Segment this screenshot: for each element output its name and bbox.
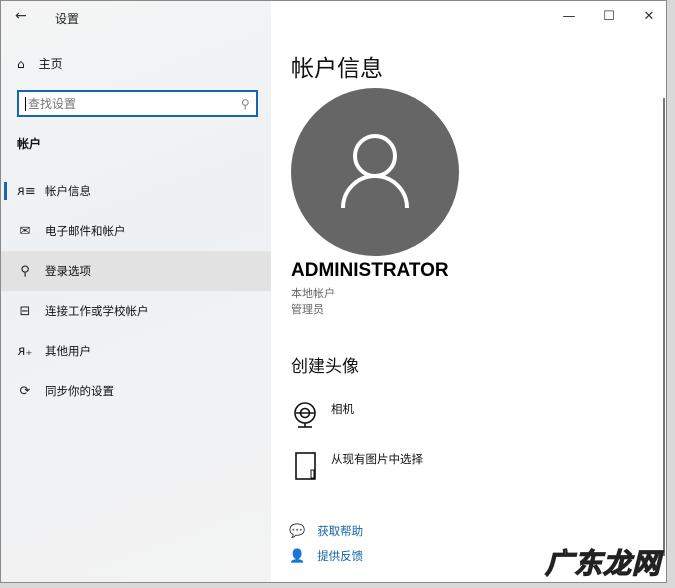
mail-icon: ✉ [19, 223, 31, 239]
account-role: 管理员 [291, 303, 324, 316]
sidebar-item-label: 登录选项 [45, 264, 91, 278]
sidebar-item-label: 电子邮件和帐户 [45, 224, 126, 238]
sidebar-item-signin-options[interactable]: ⚲ 登录选项 [1, 251, 271, 291]
username: ADMINISTRATOR [291, 260, 449, 281]
account-info-icon: ᴙ≡ [17, 183, 36, 199]
sidebar-item-label: 同步你的设置 [45, 384, 114, 398]
sidebar: ← 设置 ⌂ 主页 ⚲ 帐户 ᴙ≡ 帐户信息 ✉ 电子邮件和帐户 ⚲ 登录选项 ⊟ 连接… [1, 1, 271, 582]
sidebar-item-label: 帐户信息 [45, 184, 91, 198]
get-help-label: 获取帮助 [317, 524, 364, 538]
close-button[interactable]: ✕ [634, 9, 664, 24]
get-help-link[interactable]: 💬 获取帮助 [289, 523, 363, 539]
scrollbar[interactable] [663, 98, 665, 556]
feedback-icon: 👤 [289, 548, 306, 564]
sidebar-nav: ᴙ≡ 帐户信息 ✉ 电子邮件和帐户 ⚲ 登录选项 ⊟ 连接工作或学校帐户 ᴙ₊ 其他用户 … [1, 171, 271, 411]
create-avatar-heading: 创建头像 [291, 357, 359, 377]
sidebar-item-email[interactable]: ✉ 电子邮件和帐户 [1, 211, 271, 251]
sync-icon: ⟳ [19, 383, 31, 399]
search-box[interactable]: ⚲ [17, 90, 258, 117]
section-heading: 帐户 [17, 137, 42, 151]
account-type: 本地帐户 [291, 287, 335, 300]
key-icon: ⚲ [20, 263, 30, 279]
add-user-icon: ᴙ₊ [17, 343, 33, 359]
sidebar-item-work-school[interactable]: ⊟ 连接工作或学校帐户 [1, 291, 271, 331]
main-content: — ☐ ✕ 帐户信息 ADMINISTRATOR 本地帐户 管理员 创建头像 相… [271, 1, 666, 582]
minimize-button[interactable]: — [554, 9, 584, 24]
avatar [291, 88, 459, 256]
camera-label: 相机 [331, 402, 354, 416]
sidebar-item-account-info[interactable]: ᴙ≡ 帐户信息 [1, 171, 271, 211]
feedback-link[interactable]: 👤 提供反馈 [289, 548, 363, 564]
picture-file-icon [295, 452, 316, 480]
home-label: 主页 [38, 57, 63, 71]
sidebar-item-label: 其他用户 [45, 344, 91, 358]
browse-picture-option[interactable]: 从现有图片中选择 [293, 451, 423, 481]
camera-icon [294, 402, 316, 428]
search-icon[interactable]: ⚲ [241, 97, 250, 111]
page-title: 帐户信息 [291, 56, 383, 82]
settings-window: ← 设置 ⌂ 主页 ⚲ 帐户 ᴙ≡ 帐户信息 ✉ 电子邮件和帐户 ⚲ 登录选项 ⊟ 连接… [0, 0, 667, 583]
back-button[interactable]: ← [15, 8, 27, 24]
sidebar-item-other-users[interactable]: ᴙ₊ 其他用户 [1, 331, 271, 371]
browse-picture-label: 从现有图片中选择 [331, 452, 423, 466]
help-icon: 💬 [289, 523, 306, 539]
maximize-button[interactable]: ☐ [594, 9, 624, 24]
sidebar-item-label: 连接工作或学校帐户 [45, 304, 149, 318]
camera-option[interactable]: 相机 [293, 401, 354, 429]
user-icon [341, 134, 409, 209]
feedback-label: 提供反馈 [317, 549, 364, 563]
sidebar-item-home[interactable]: ⌂ 主页 [17, 55, 63, 72]
watermark: 广东龙网 [544, 546, 661, 580]
search-input[interactable] [25, 96, 242, 111]
sidebar-item-sync[interactable]: ⟳ 同步你的设置 [1, 371, 271, 411]
app-title: 设置 [55, 12, 80, 26]
home-icon: ⌂ [17, 56, 25, 71]
briefcase-icon: ⊟ [19, 303, 31, 319]
